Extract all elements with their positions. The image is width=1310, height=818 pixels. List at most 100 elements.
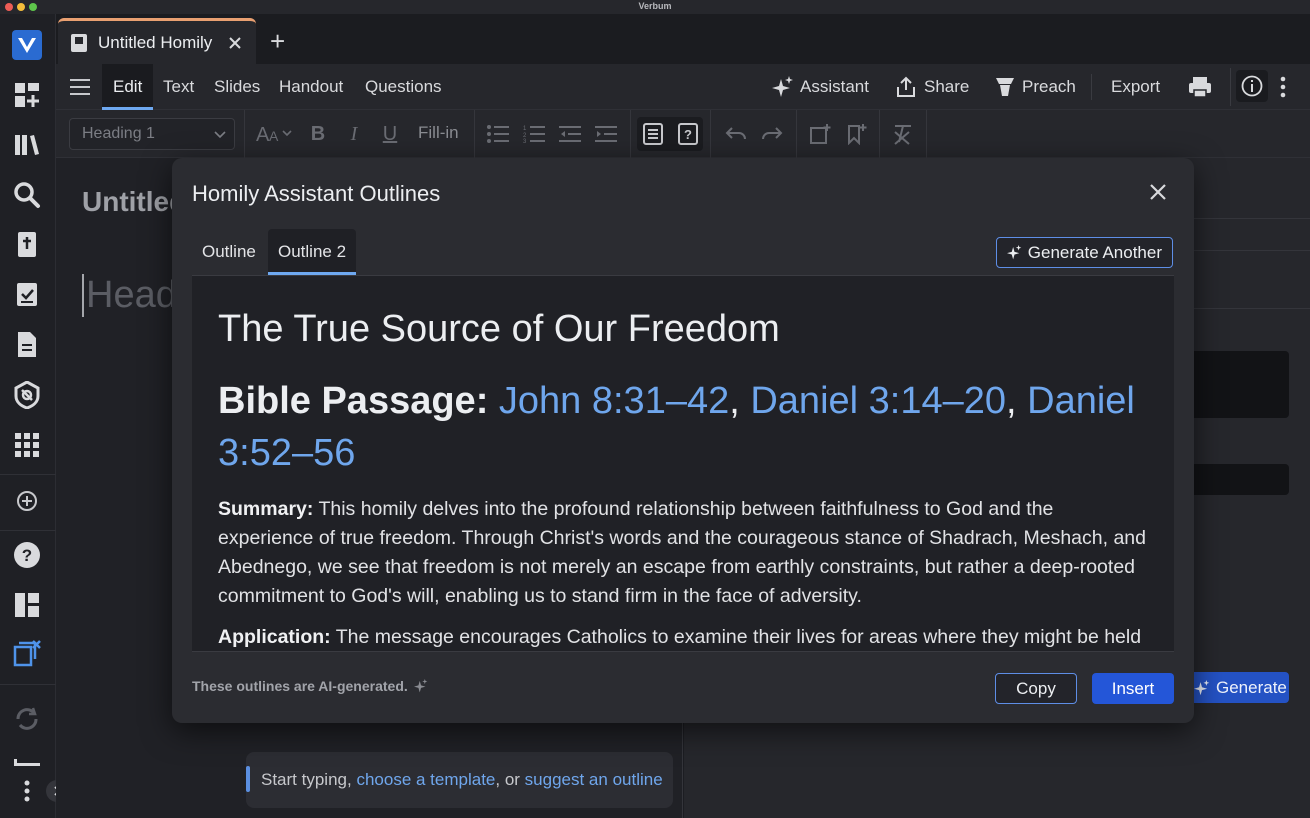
toolbar-separator <box>474 110 475 158</box>
preach-button[interactable]: Preach <box>996 64 1076 110</box>
tab-strip: Untitled Homily + <box>56 14 1310 64</box>
toolbar-separator <box>796 110 797 158</box>
clear-formatting-icon[interactable] <box>891 122 915 146</box>
menu-divider <box>1230 68 1231 106</box>
add-circle-icon[interactable] <box>12 486 42 516</box>
assistant-button[interactable]: Assistant <box>772 64 869 110</box>
help-icon[interactable]: ? <box>12 540 42 570</box>
add-tab-button[interactable]: + <box>270 26 285 57</box>
left-nav-bar: ? <box>0 14 56 818</box>
svg-text:A: A <box>256 124 270 145</box>
tab-untitled-homily[interactable]: Untitled Homily <box>58 18 256 64</box>
outdent-icon[interactable] <box>558 122 582 146</box>
library-icon[interactable] <box>12 130 42 160</box>
passage-link-daniel-1[interactable]: Daniel 3:14–20 <box>750 380 1006 422</box>
summary-label: Summary: <box>218 498 314 520</box>
assistant-label: Assistant <box>800 77 869 96</box>
application-paragraph: Application: The message encourages Cath… <box>218 623 1148 651</box>
footer-divider <box>192 651 1174 652</box>
apps-grid-icon[interactable] <box>12 430 42 460</box>
dashboard-add-icon[interactable] <box>12 80 42 110</box>
passage-link-john[interactable]: John 8:31–42 <box>499 380 729 422</box>
more-vertical-icon[interactable] <box>1280 76 1286 103</box>
menu-bar: Edit Text Slides Handout Questions Assis… <box>56 64 1310 110</box>
panel-input-field[interactable] <box>1184 464 1289 495</box>
generate-another-button[interactable]: Generate Another <box>995 237 1173 268</box>
numbered-list-icon[interactable]: 123 <box>522 122 546 146</box>
bullet-list-icon[interactable] <box>486 122 510 146</box>
paragraph-style-value: Heading 1 <box>82 125 155 142</box>
info-button[interactable] <box>1236 70 1268 102</box>
menu-handout[interactable]: Handout <box>279 64 343 110</box>
start-middle: , or <box>495 770 525 789</box>
hamburger-menu-icon[interactable] <box>70 78 90 101</box>
export-button[interactable]: Export <box>1111 64 1160 110</box>
preach-label: Preach <box>1022 77 1076 96</box>
generate-button[interactable]: Generate <box>1190 672 1289 703</box>
question-view-icon[interactable]: ? <box>676 122 700 146</box>
insert-button[interactable]: Insert <box>1092 673 1174 704</box>
font-size-icon[interactable]: AA <box>256 122 294 146</box>
summary-paragraph: Summary: This homily delves into the pro… <box>218 495 1148 611</box>
menu-edit-tab[interactable]: Edit <box>102 64 153 110</box>
verbum-logo-icon[interactable] <box>12 30 42 60</box>
toolbar-separator <box>926 110 927 158</box>
suggest-outline-link[interactable]: suggest an outline <box>525 770 663 790</box>
sparkle-icon <box>1194 679 1210 695</box>
dialog-title: Homily Assistant Outlines <box>192 181 441 206</box>
generate-label: Generate <box>1216 677 1287 697</box>
outline-title: The True Source of Our Freedom <box>218 308 780 350</box>
undo-icon[interactable] <box>724 122 748 146</box>
menu-questions[interactable]: Questions <box>365 64 442 110</box>
toolbar-separator <box>630 110 631 158</box>
redo-icon[interactable] <box>760 122 784 146</box>
layout-icon[interactable] <box>12 590 42 620</box>
bold-icon[interactable]: B <box>306 122 330 146</box>
choose-template-link[interactable]: choose a template <box>356 770 495 790</box>
document-view-icon[interactable] <box>641 122 665 146</box>
homily-doc-icon <box>71 33 87 52</box>
print-icon[interactable] <box>1188 76 1212 103</box>
underline-icon[interactable]: U <box>378 122 402 146</box>
outline-content: The True Source of Our Freedom Bible Pas… <box>192 276 1174 651</box>
bible-icon[interactable] <box>12 230 42 260</box>
homily-assistant-outlines-dialog: Homily Assistant Outlines Outline Outlin… <box>172 158 1194 723</box>
more-vertical-icon[interactable] <box>12 776 42 806</box>
copy-button[interactable]: Copy <box>995 673 1077 704</box>
sync-icon[interactable] <box>12 704 42 734</box>
insert-box-icon[interactable] <box>808 122 832 146</box>
search-icon[interactable] <box>12 180 42 210</box>
toolbar-separator <box>244 110 245 158</box>
summary-text: This homily delves into the profound rel… <box>218 498 1146 607</box>
close-tab-icon[interactable] <box>228 36 242 50</box>
share-icon <box>897 76 915 97</box>
svg-text:3: 3 <box>523 139 527 143</box>
panel-input-area[interactable] <box>1184 351 1289 418</box>
nav-separator <box>0 530 56 531</box>
share-button[interactable]: Share <box>896 64 969 110</box>
share-label: Share <box>924 77 970 96</box>
bookmark-add-icon[interactable] <box>844 122 868 146</box>
italic-icon[interactable]: I <box>342 122 366 146</box>
toolbar-separator <box>879 110 880 158</box>
close-panels-icon[interactable] <box>12 638 42 668</box>
document-icon[interactable] <box>12 330 42 360</box>
menu-text[interactable]: Text <box>163 64 194 110</box>
shield-icon[interactable] <box>12 380 42 410</box>
bible-passage-line: Bible Passage: John 8:31–42, Daniel 3:14… <box>218 380 1135 474</box>
tasks-icon[interactable] <box>12 280 42 310</box>
indent-icon[interactable] <box>594 122 618 146</box>
close-dialog-button[interactable] <box>1146 180 1170 204</box>
svg-text:1: 1 <box>523 126 527 132</box>
svg-text:?: ? <box>22 546 32 565</box>
paragraph-style-select[interactable]: Heading 1 <box>69 118 235 150</box>
window-titlebar: Verbum <box>0 0 1310 14</box>
tab-outline-2[interactable]: Outline 2 <box>268 229 357 275</box>
application-text: The message encourages Catholics to exam… <box>330 626 1142 648</box>
fill-in-button[interactable]: Fill-in <box>418 123 459 143</box>
ai-generated-note: These outlines are AI-generated. <box>192 678 428 694</box>
svg-text:?: ? <box>684 127 692 142</box>
menu-slides[interactable]: Slides <box>214 64 260 110</box>
passage-label: Bible Passage: <box>218 380 489 422</box>
tab-outline[interactable]: Outline <box>192 229 266 275</box>
